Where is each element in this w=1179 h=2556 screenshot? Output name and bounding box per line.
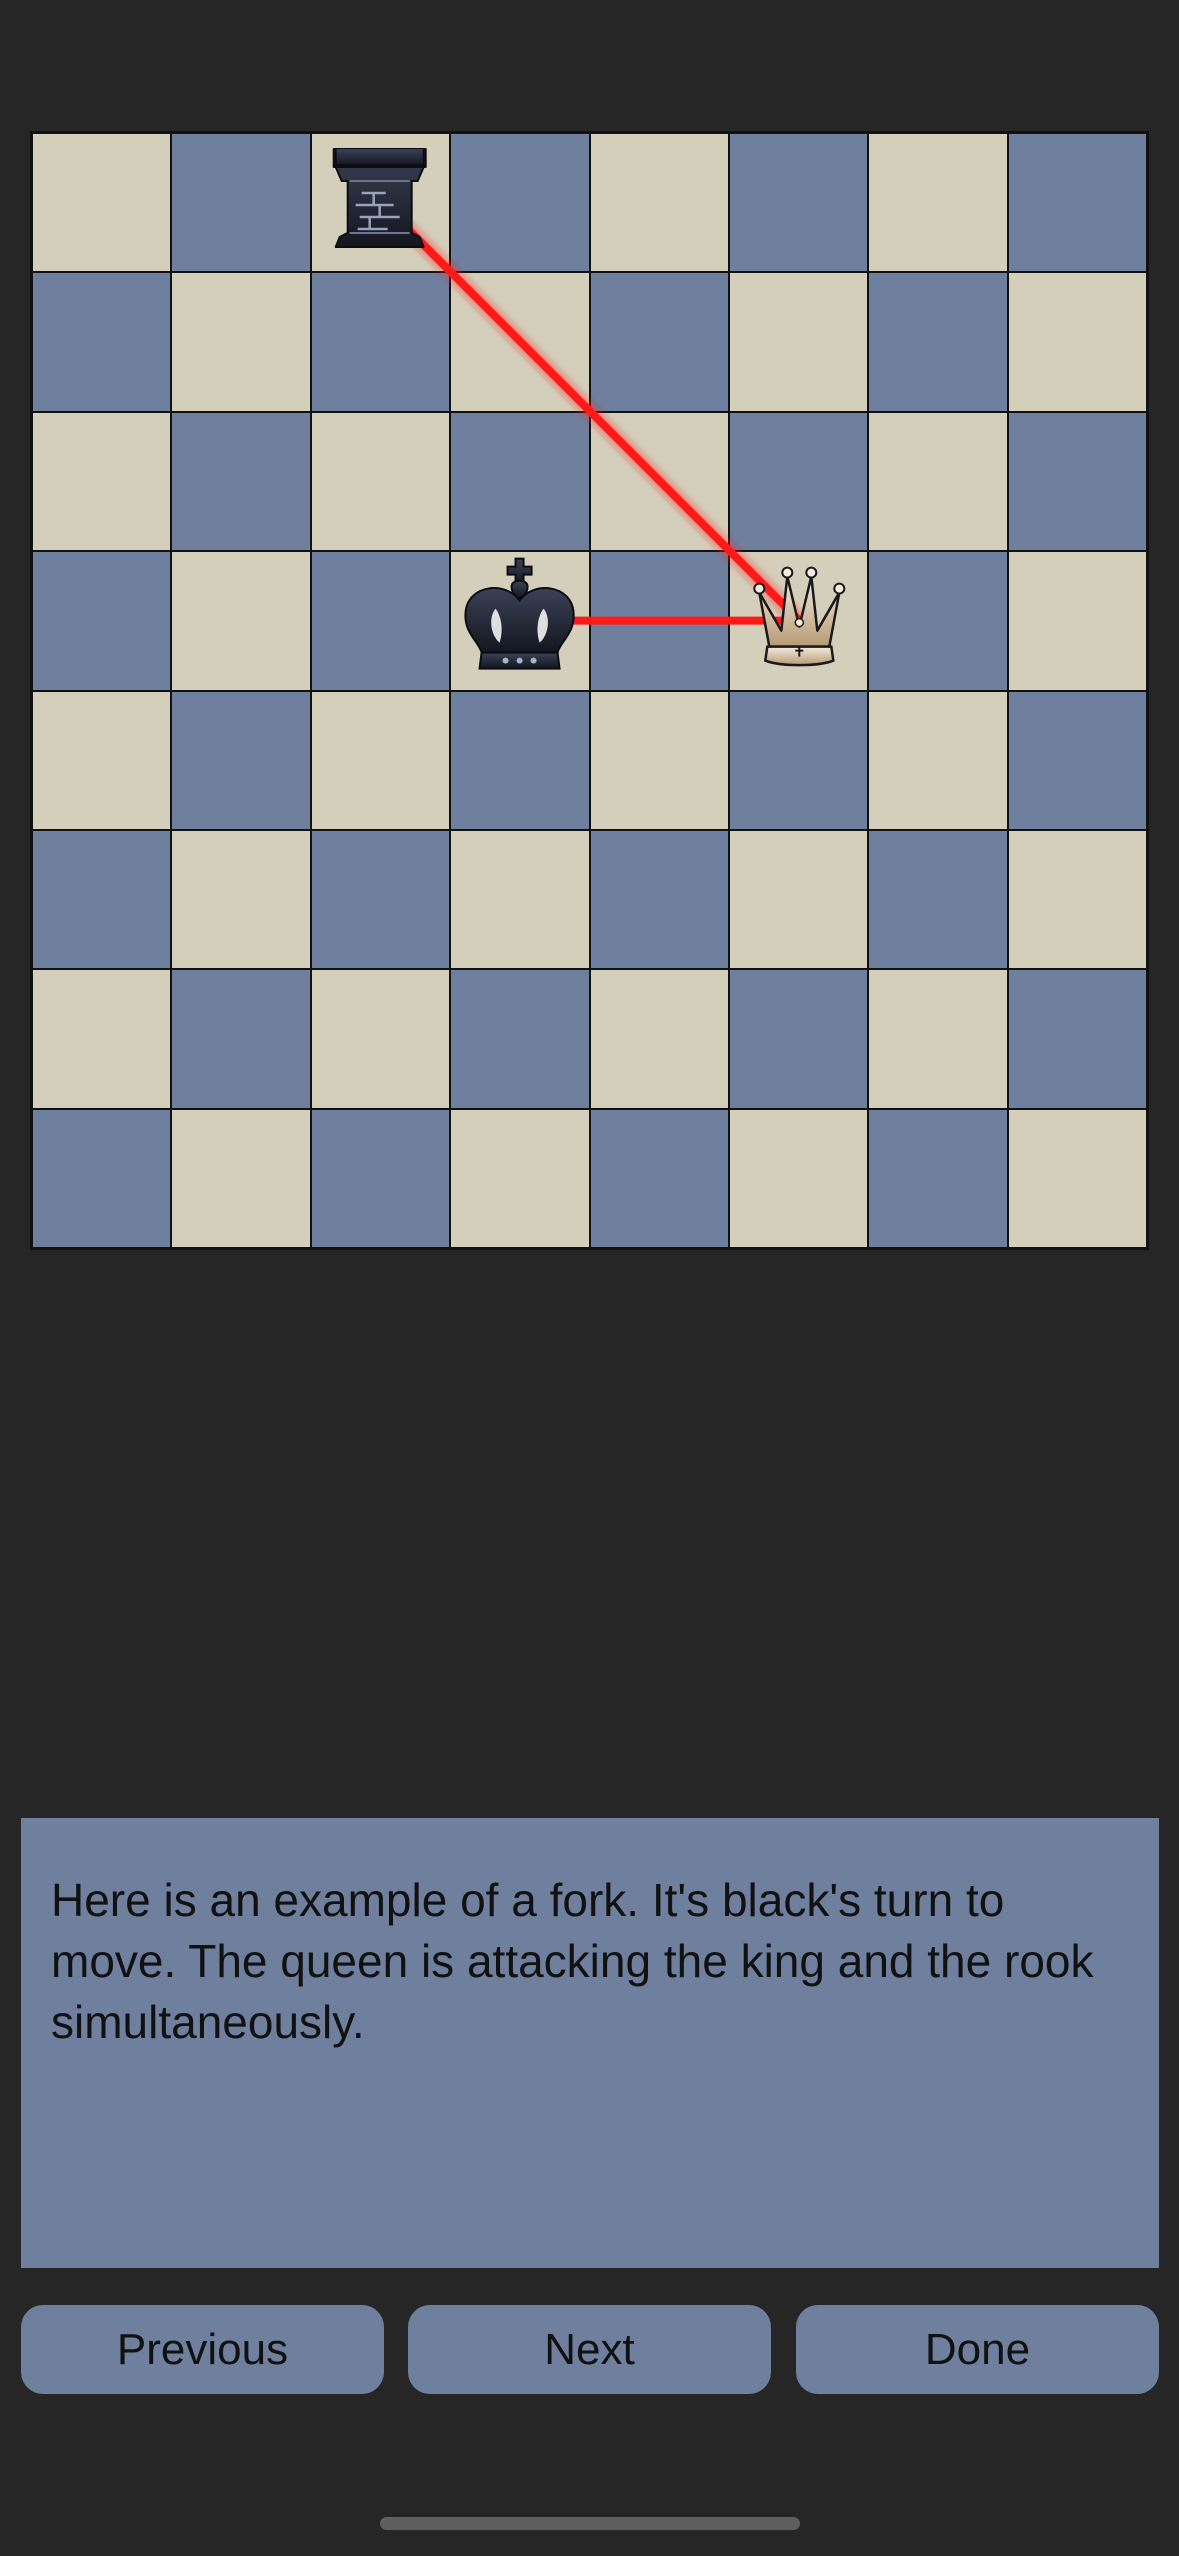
square-a6[interactable] [32, 411, 172, 552]
square-g5[interactable] [868, 551, 1008, 691]
chess-board[interactable] [30, 131, 1149, 1250]
square-e6[interactable] [589, 411, 729, 552]
square-g3[interactable] [868, 829, 1008, 970]
square-c3[interactable] [310, 829, 451, 970]
done-button[interactable]: Done [796, 2305, 1159, 2394]
square-e2[interactable] [589, 969, 729, 1109]
square-c4[interactable] [310, 690, 451, 830]
square-b2[interactable] [171, 969, 311, 1109]
square-e5[interactable] [589, 551, 729, 691]
square-a4[interactable] [32, 690, 172, 830]
square-e7[interactable] [589, 272, 729, 412]
square-e4[interactable] [589, 690, 729, 830]
square-h4[interactable] [1007, 690, 1147, 830]
square-b6[interactable] [171, 411, 311, 552]
square-g2[interactable] [868, 969, 1008, 1109]
square-h3[interactable] [1007, 829, 1147, 970]
lesson-panel: Here is an example of a fork. It's black… [21, 1818, 1159, 2268]
square-f5[interactable] [728, 551, 869, 691]
square-h1[interactable] [1007, 1108, 1147, 1248]
square-h8[interactable] [1007, 133, 1147, 273]
square-f7[interactable] [728, 272, 869, 412]
square-b7[interactable] [171, 272, 311, 412]
square-b1[interactable] [171, 1108, 311, 1248]
square-d8[interactable] [450, 133, 590, 273]
square-c1[interactable] [310, 1108, 451, 1248]
square-a5[interactable] [32, 551, 172, 691]
square-d5[interactable] [450, 551, 590, 691]
square-d2[interactable] [450, 969, 590, 1109]
square-c7[interactable] [310, 272, 451, 412]
square-b5[interactable] [171, 551, 311, 691]
square-g6[interactable] [868, 411, 1008, 552]
home-indicator[interactable] [380, 2517, 800, 2530]
square-d7[interactable] [450, 272, 590, 412]
square-a8[interactable] [32, 133, 172, 273]
square-b8[interactable] [171, 133, 311, 273]
square-f8[interactable] [728, 133, 869, 273]
square-e3[interactable] [589, 829, 729, 970]
square-g8[interactable] [868, 133, 1008, 273]
square-c6[interactable] [310, 411, 451, 552]
square-f6[interactable] [728, 411, 869, 552]
square-h2[interactable] [1007, 969, 1147, 1109]
square-b3[interactable] [171, 829, 311, 970]
square-b4[interactable] [171, 690, 311, 830]
square-a3[interactable] [32, 829, 172, 970]
square-h5[interactable] [1007, 551, 1147, 691]
square-f1[interactable] [728, 1108, 869, 1248]
square-c2[interactable] [310, 969, 451, 1109]
square-g4[interactable] [868, 690, 1008, 830]
previous-button[interactable]: Previous [21, 2305, 384, 2394]
square-a7[interactable] [32, 272, 172, 412]
square-h6[interactable] [1007, 411, 1147, 552]
square-a1[interactable] [32, 1108, 172, 1248]
square-d3[interactable] [450, 829, 590, 970]
square-f2[interactable] [728, 969, 869, 1109]
square-e1[interactable] [589, 1108, 729, 1248]
square-c8[interactable] [310, 133, 451, 273]
next-button[interactable]: Next [408, 2305, 771, 2394]
lesson-text: Here is an example of a fork. It's black… [51, 1874, 1094, 2048]
square-c5[interactable] [310, 551, 451, 691]
square-f4[interactable] [728, 690, 869, 830]
square-d1[interactable] [450, 1108, 590, 1248]
square-h7[interactable] [1007, 272, 1147, 412]
square-d4[interactable] [450, 690, 590, 830]
square-g1[interactable] [868, 1108, 1008, 1248]
square-d6[interactable] [450, 411, 590, 552]
square-g7[interactable] [868, 272, 1008, 412]
square-a2[interactable] [32, 969, 172, 1109]
square-f3[interactable] [728, 829, 869, 970]
square-e8[interactable] [589, 133, 729, 273]
